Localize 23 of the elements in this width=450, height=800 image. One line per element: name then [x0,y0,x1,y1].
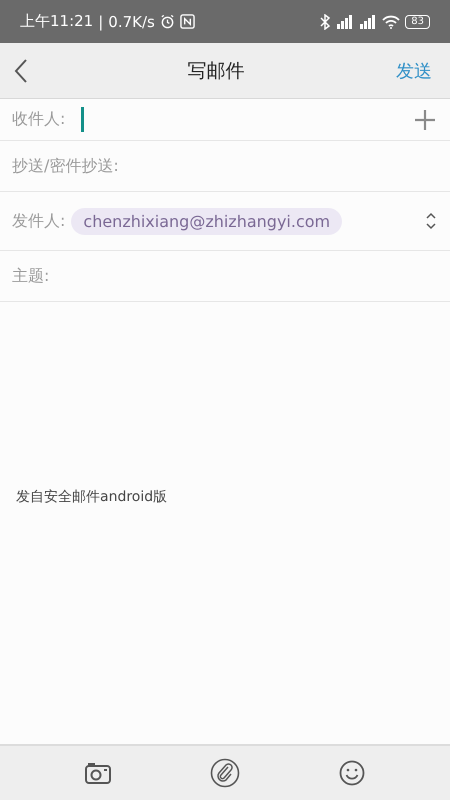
clock-text: 上午11:21 [20,12,94,31]
sender-address-chip[interactable]: chenzhixiang@zhizhangyi.com [71,208,342,234]
separator-text: | [98,12,104,30]
smiley-icon[interactable] [338,760,365,786]
field-label: 主题: [12,266,50,286]
camera-icon[interactable] [85,762,112,784]
wifi-icon [382,14,400,28]
bluetooth-icon [319,14,332,30]
alarm-icon [160,14,175,29]
field-label: 抄送/密件抄送: [12,156,119,176]
signal-icon [336,14,354,28]
network-speed-text: 0.7K/s [108,12,155,30]
nfc-icon [180,14,195,29]
chevron-up-down-icon[interactable] [426,212,436,230]
field-label: 发件人: [12,210,66,232]
signal-icon [359,14,378,28]
paperclip-icon[interactable] [210,758,240,788]
signature-text: 发自安全邮件android版 [16,488,168,506]
send-button[interactable]: 发送 [396,58,432,82]
battery-level-text: 83 [405,14,430,28]
field-label: 收件人: [12,109,66,130]
page-title: 写邮件 [186,58,246,84]
add-icon[interactable] [414,108,436,130]
